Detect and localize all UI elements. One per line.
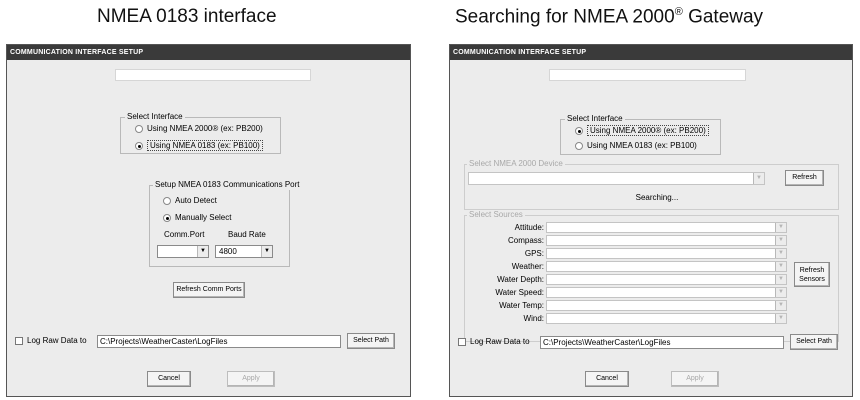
right-log-path-field[interactable]: C:\Projects\WeatherCaster\LogFiles (540, 336, 784, 349)
left-apply-button[interactable]: Apply (227, 371, 275, 387)
chevron-down-icon[interactable]: ▼ (775, 314, 786, 323)
auto-detect-option[interactable]: Auto Detect (163, 196, 217, 205)
right-option-nmea0183[interactable]: Using NMEA 0183 (ex: PB100) (575, 141, 697, 150)
source-label-compass: Compass: (507, 236, 544, 245)
left-dialog: COMMUNICATION INTERFACE SETUP Select Int… (6, 44, 411, 397)
left-select-path-button[interactable]: Select Path (347, 333, 395, 349)
right-radio-nmea0183[interactable] (575, 141, 583, 150)
comm-port-group: Setup NMEA 0183 Communications Port Auto… (149, 180, 302, 267)
right-log-raw-checkbox[interactable] (458, 338, 466, 346)
auto-detect-radio[interactable] (163, 196, 171, 205)
refresh-sensors-button[interactable]: Refresh Sensors (794, 262, 830, 287)
searching-status: Searching... (635, 193, 679, 202)
left-option-nmea0183-label: Using NMEA 0183 (ex: PB100) (147, 140, 263, 151)
right-dialog-content: Select Interface Using NMEA 2000® (ex: P… (450, 60, 852, 396)
right-select-interface-legend: Select Interface (565, 114, 625, 124)
source-select-compass[interactable]: ▼ (546, 235, 787, 246)
source-label-water-speed: Water Speed: (495, 288, 544, 297)
right-option-nmea2000-label: Using NMEA 2000® (ex: PB200) (587, 125, 709, 136)
source-select-wind[interactable]: ▼ (546, 313, 787, 324)
baud-rate-value: 4800 (219, 247, 237, 256)
right-dialog: COMMUNICATION INTERFACE SETUP Select Int… (449, 44, 853, 397)
right-apply-button[interactable]: Apply (671, 371, 719, 387)
source-label-weather: Weather: (511, 262, 544, 271)
comm-port-legend: Setup NMEA 0183 Communications Port (153, 180, 302, 190)
left-header-bar (115, 69, 311, 81)
auto-detect-label: Auto Detect (175, 196, 217, 205)
source-select-water-depth[interactable]: ▼ (546, 274, 787, 285)
baud-rate-label: Baud Rate (228, 230, 266, 239)
baud-rate-select[interactable]: 4800 ▼ (215, 245, 273, 258)
source-select-weather[interactable]: ▼ (546, 261, 787, 272)
right-caption-main: Searching for NMEA 2000 (455, 6, 675, 28)
chevron-down-icon[interactable]: ▼ (261, 246, 272, 257)
chevron-down-icon[interactable]: ▼ (197, 246, 208, 257)
device-group: Select NMEA 2000 Device ▼ Refresh Search… (464, 159, 839, 210)
left-option-nmea2000-label: Using NMEA 2000® (ex: PB200) (147, 124, 263, 133)
right-titlebar: COMMUNICATION INTERFACE SETUP (450, 45, 852, 60)
right-select-path-button[interactable]: Select Path (790, 334, 838, 350)
chevron-down-icon[interactable]: ▼ (775, 288, 786, 297)
source-select-water-speed[interactable]: ▼ (546, 287, 787, 298)
source-label-gps: GPS: (524, 249, 544, 258)
left-titlebar: COMMUNICATION INTERFACE SETUP (7, 45, 410, 60)
source-select-water-temp[interactable]: ▼ (546, 300, 787, 311)
left-log-raw-checkbox[interactable] (15, 337, 23, 345)
left-caption: NMEA 0183 interface (97, 6, 277, 27)
right-cancel-button[interactable]: Cancel (585, 371, 629, 387)
device-legend: Select NMEA 2000 Device (467, 159, 565, 169)
left-radio-nmea2000[interactable] (135, 124, 143, 133)
left-cancel-button[interactable]: Cancel (147, 371, 191, 387)
right-log-raw-label: Log Raw Data to (470, 337, 530, 346)
manually-select-option[interactable]: Manually Select (163, 213, 231, 222)
chevron-down-icon[interactable]: ▼ (775, 301, 786, 310)
chevron-down-icon[interactable]: ▼ (753, 173, 764, 184)
right-caption-tail: Gateway (682, 6, 764, 28)
right-select-interface-group: Select Interface Using NMEA 2000® (ex: P… (560, 114, 721, 155)
refresh-device-button[interactable]: Refresh (785, 170, 824, 186)
right-caption: Searching for NMEA 2000® Gateway (455, 6, 763, 28)
chevron-down-icon[interactable]: ▼ (775, 249, 786, 258)
nmea2000-device-select[interactable]: ▼ (468, 172, 765, 185)
source-label-water-depth: Water Depth: (497, 275, 544, 284)
sources-legend: Select Sources (467, 210, 525, 220)
comm-port-label: Comm.Port (164, 230, 205, 239)
source-select-gps[interactable]: ▼ (546, 248, 787, 259)
left-radio-nmea0183[interactable] (135, 141, 143, 150)
manually-select-label: Manually Select (175, 213, 232, 222)
left-select-interface-legend: Select Interface (125, 112, 185, 122)
right-radio-nmea2000[interactable] (575, 126, 583, 135)
left-dialog-content: Select Interface Using NMEA 2000® (ex: P… (7, 60, 410, 396)
source-select-attitude[interactable]: ▼ (546, 222, 787, 233)
refresh-comm-ports-button[interactable]: Refresh Comm Ports (173, 282, 245, 298)
comm-port-select[interactable]: ▼ (157, 245, 209, 258)
source-label-wind: Wind: (523, 314, 544, 323)
right-header-bar (549, 69, 746, 81)
source-label-water-temp: Water Temp: (499, 301, 544, 310)
chevron-down-icon[interactable]: ▼ (775, 223, 786, 232)
sources-group: Select Sources Attitude: ▼ Compass: ▼ GP… (464, 210, 839, 342)
chevron-down-icon[interactable]: ▼ (775, 262, 786, 271)
left-log-raw-label: Log Raw Data to (27, 336, 87, 345)
right-option-nmea0183-label: Using NMEA 0183 (ex: PB100) (587, 141, 697, 150)
manually-select-radio[interactable] (163, 213, 171, 222)
chevron-down-icon[interactable]: ▼ (775, 275, 786, 284)
left-option-nmea2000[interactable]: Using NMEA 2000® (ex: PB200) (135, 124, 263, 133)
registered-mark: ® (674, 6, 683, 18)
chevron-down-icon[interactable]: ▼ (775, 236, 786, 245)
left-log-path-field[interactable]: C:\Projects\WeatherCaster\LogFiles (97, 335, 341, 348)
left-select-interface-group: Select Interface Using NMEA 2000® (ex: P… (120, 112, 281, 154)
source-label-attitude: Attitude: (514, 223, 544, 232)
right-option-nmea2000[interactable]: Using NMEA 2000® (ex: PB200) (575, 125, 709, 136)
left-option-nmea0183[interactable]: Using NMEA 0183 (ex: PB100) (135, 140, 263, 151)
